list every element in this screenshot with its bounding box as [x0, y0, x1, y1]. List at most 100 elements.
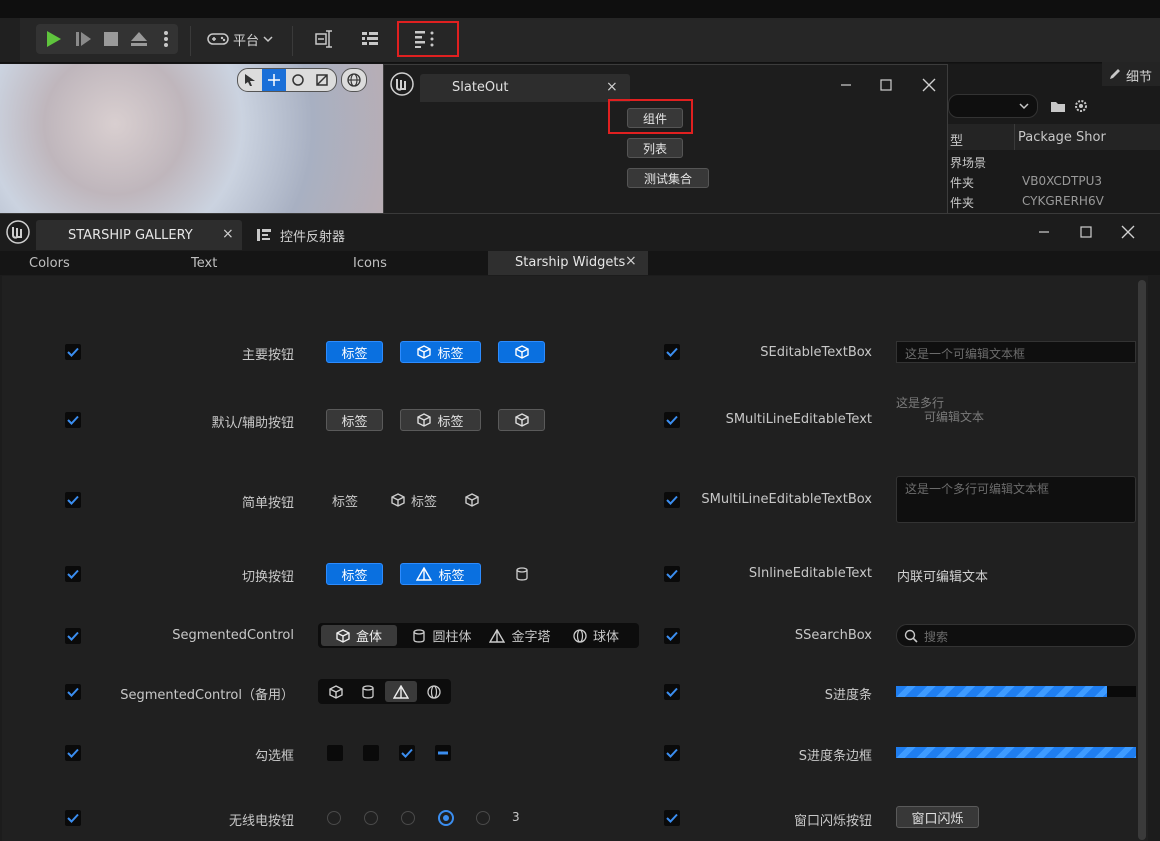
stop-icon[interactable]	[98, 28, 124, 50]
enable-checkbox[interactable]	[65, 745, 81, 761]
radio-button[interactable]	[401, 811, 415, 825]
close-window-icon[interactable]	[922, 78, 936, 92]
list-button[interactable]: 列表	[627, 138, 683, 158]
enable-checkbox[interactable]	[664, 684, 680, 700]
toggle-icon-label-button[interactable]: 标签	[400, 563, 481, 585]
slateout-tab[interactable]: SlateOut ×	[420, 74, 630, 102]
checkbox-checked[interactable]	[399, 745, 415, 761]
segment-cylinder[interactable]: 圆柱体	[400, 625, 484, 646]
scale-mode-icon[interactable]	[310, 69, 334, 91]
close-tab-icon[interactable]: ×	[222, 226, 234, 242]
table-row[interactable]: 件夹 VB0XCDTPU3	[948, 172, 1160, 192]
flash-window-button[interactable]: 窗口闪烁	[896, 806, 979, 828]
primary-label-button[interactable]: 标签	[326, 341, 383, 363]
enable-checkbox[interactable]	[664, 566, 680, 582]
segment-cylinder[interactable]	[353, 681, 383, 702]
segment-sphere[interactable]: 球体	[564, 625, 628, 646]
search-box[interactable]: 搜索	[896, 624, 1136, 647]
radio-button-selected[interactable]	[438, 810, 454, 826]
play-icon[interactable]	[40, 28, 66, 50]
enable-checkbox[interactable]	[65, 412, 81, 428]
button-label: 标签	[341, 414, 368, 430]
maximize-icon[interactable]	[880, 79, 892, 91]
settings-gear-icon[interactable]	[1073, 98, 1089, 114]
enable-checkbox[interactable]	[664, 344, 680, 360]
editable-textbox[interactable]: 这是一个可编辑文本框	[896, 341, 1136, 363]
enable-checkbox[interactable]	[65, 684, 81, 700]
tab-icons[interactable]: Icons	[353, 256, 387, 271]
list-tree-icon[interactable]	[357, 27, 383, 51]
progress-fill	[896, 686, 1108, 697]
row-label-editable-textbox: SEditableTextBox	[760, 345, 872, 360]
box-icon	[391, 493, 405, 507]
enable-checkbox[interactable]	[664, 492, 680, 508]
enable-checkbox[interactable]	[664, 628, 680, 644]
simple-icon-button[interactable]	[460, 489, 484, 511]
maximize-icon[interactable]	[1080, 226, 1092, 238]
segment-sphere[interactable]	[419, 681, 449, 702]
segmented-control-alt	[318, 679, 451, 704]
close-window-icon[interactable]	[1121, 225, 1135, 239]
toggle-label-button[interactable]: 标签	[326, 563, 383, 585]
tab-colors[interactable]: Colors	[29, 256, 70, 271]
simple-label-button[interactable]: 标签	[326, 489, 364, 511]
enable-checkbox[interactable]	[664, 745, 680, 761]
enable-checkbox[interactable]	[65, 492, 81, 508]
default-label-button[interactable]: 标签	[326, 409, 383, 431]
toggle-icon-button[interactable]	[510, 563, 534, 585]
multiline-editable-textbox[interactable]: 这是一个多行可编辑文本框	[896, 476, 1136, 523]
enable-checkbox[interactable]	[65, 628, 81, 644]
radio-button[interactable]	[327, 811, 341, 825]
simple-icon-label-button[interactable]: 标签	[384, 489, 444, 511]
default-icon-button[interactable]	[498, 409, 545, 431]
starship-gallery-tab[interactable]: STARSHIP GALLERY ×	[36, 220, 242, 250]
widget-reflector-icon[interactable]	[312, 27, 338, 51]
box-icon	[514, 413, 529, 427]
enable-checkbox[interactable]	[65, 344, 81, 360]
radio-selected-count: 3	[512, 810, 520, 824]
new-folder-icon[interactable]	[1050, 99, 1066, 113]
enable-checkbox[interactable]	[664, 810, 680, 826]
table-row[interactable]: 件夹 CYKGRERH6V	[948, 192, 1160, 212]
play-options-icon[interactable]	[156, 28, 176, 50]
segment-box[interactable]	[321, 681, 351, 702]
checkbox-unchecked[interactable]	[363, 745, 379, 761]
segment-box[interactable]: 盒体	[321, 625, 397, 646]
rotate-mode-icon[interactable]	[286, 69, 310, 91]
tab-starship-widgets[interactable]: Starship Widgets ×	[488, 251, 648, 275]
inline-editable-text[interactable]: 内联可编辑文本	[897, 566, 988, 585]
close-tab-icon[interactable]: ×	[606, 79, 618, 95]
segment-pyramid[interactable]	[385, 681, 417, 702]
widget-reflector-tab[interactable]: 控件反射器	[254, 224, 364, 246]
world-local-icon[interactable]	[341, 68, 367, 92]
minimize-icon[interactable]	[840, 79, 852, 91]
tab-text[interactable]: Text	[191, 256, 217, 271]
radio-button[interactable]	[476, 811, 490, 825]
checkbox-indeterminate[interactable]	[435, 745, 451, 761]
primary-icon-label-button[interactable]: 标签	[400, 341, 481, 363]
minimize-icon[interactable]	[1038, 226, 1050, 238]
filter-dropdown[interactable]	[948, 94, 1038, 118]
default-icon-label-button[interactable]: 标签	[400, 409, 481, 431]
radio-button[interactable]	[364, 811, 378, 825]
advance-frame-icon[interactable]	[70, 28, 96, 50]
details-tab[interactable]: 细节	[1102, 62, 1160, 86]
primary-icon-button[interactable]	[498, 341, 545, 363]
enable-checkbox[interactable]	[65, 566, 81, 582]
translate-mode-icon[interactable]	[262, 69, 286, 91]
platform-button[interactable]: 平台	[205, 28, 275, 50]
close-tab-icon[interactable]: ×	[625, 253, 637, 269]
button-label: 标签	[331, 494, 358, 510]
checkbox-unchecked[interactable]	[327, 745, 343, 761]
test-suite-button[interactable]: 测试集合	[627, 168, 709, 188]
reflector-tab-title: 控件反射器	[280, 230, 346, 245]
enable-checkbox[interactable]	[664, 412, 680, 428]
segment-pyramid[interactable]: 金字塔	[484, 625, 556, 646]
enable-checkbox[interactable]	[65, 810, 81, 826]
select-mode-icon[interactable]	[238, 69, 262, 91]
multiline-editable-text[interactable]: 这是多行 可编辑文本	[896, 396, 1096, 432]
table-row[interactable]: 界场景	[948, 152, 1160, 172]
vertical-scrollbar[interactable]	[1138, 280, 1146, 840]
toolbar-left-edge	[0, 18, 20, 62]
eject-icon[interactable]	[126, 28, 152, 50]
